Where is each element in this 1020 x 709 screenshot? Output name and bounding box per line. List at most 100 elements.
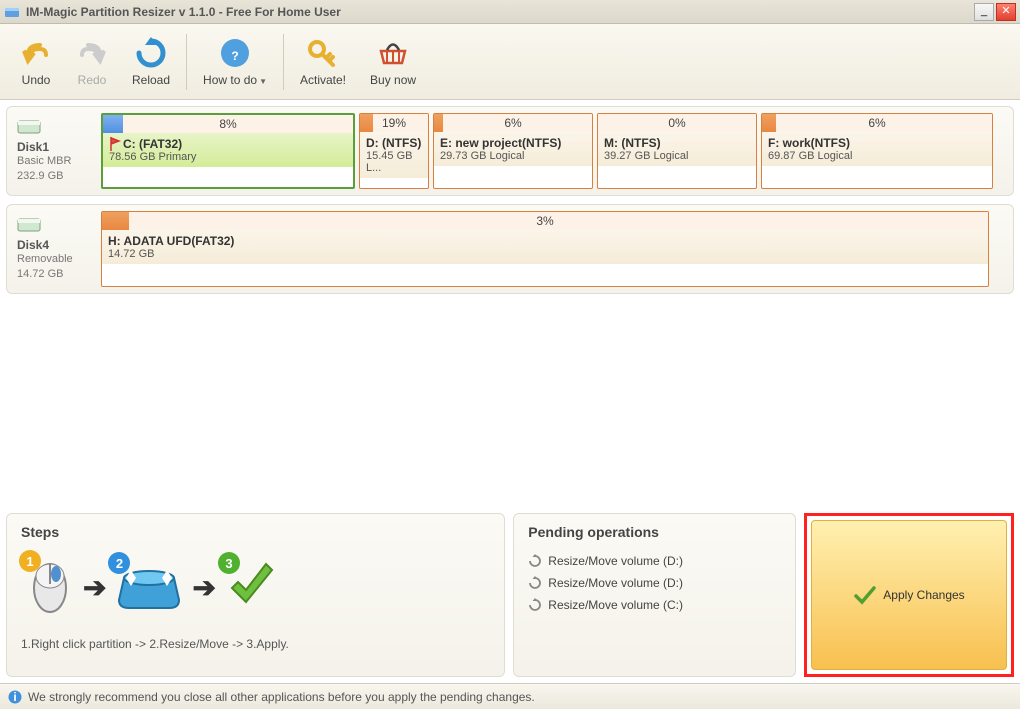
pending-operation[interactable]: Resize/Move volume (C:) xyxy=(528,594,781,616)
activate-label: Activate! xyxy=(300,73,346,87)
redo-label: Redo xyxy=(78,73,107,87)
partition-info: M: (NTFS) 39.27 GB Logical xyxy=(598,132,756,166)
undo-button[interactable]: Undo xyxy=(8,33,64,91)
partition-size: 14.72 GB xyxy=(108,248,982,260)
partition-pct: 6% xyxy=(762,114,992,132)
reload-label: Reload xyxy=(132,73,170,87)
disk-icon xyxy=(17,215,41,233)
partition-pct: 0% xyxy=(598,114,756,132)
partition-label: H: ADATA UFD(FAT32) xyxy=(108,234,982,248)
refresh-icon xyxy=(528,576,542,590)
apply-label: Apply Changes xyxy=(883,588,964,602)
disk-row: Disk1 Basic MBR 232.9 GB 8% C: (FAT32) 7… xyxy=(6,106,1014,196)
partition-info: E: new project(NTFS) 29.73 GB Logical xyxy=(434,132,592,166)
reload-icon xyxy=(135,37,167,69)
key-icon xyxy=(307,37,339,69)
help-icon: ? xyxy=(219,37,251,69)
arrow-icon: ➔ xyxy=(192,571,215,604)
info-icon: i xyxy=(8,690,22,704)
partition-info: F: work(NTFS) 69.87 GB Logical xyxy=(762,132,992,166)
partition[interactable]: 0% M: (NTFS) 39.27 GB Logical xyxy=(597,113,757,189)
partition[interactable]: 6% E: new project(NTFS) 29.73 GB Logical xyxy=(433,113,593,189)
activate-button[interactable]: Activate! xyxy=(288,33,358,91)
flag-icon xyxy=(109,137,121,151)
title-bar: IM-Magic Partition Resizer v 1.1.0 - Fre… xyxy=(0,0,1020,24)
redo-button[interactable]: Redo xyxy=(64,33,120,91)
partition[interactable]: 6% F: work(NTFS) 69.87 GB Logical xyxy=(761,113,993,189)
partition-usage-bar: 3% xyxy=(102,212,988,230)
buynow-button[interactable]: Buy now xyxy=(358,33,428,91)
step-2-icon: 2 xyxy=(114,558,184,617)
bottom-panels: Steps 1 ➔ 2 ➔ 3 1.Right click partition … xyxy=(0,507,1020,683)
partition[interactable]: 19% D: (NTFS) 15.45 GB L... xyxy=(359,113,429,189)
disk-label: Disk4 Removable 14.72 GB xyxy=(13,211,97,287)
partition-size: 29.73 GB Logical xyxy=(440,150,586,162)
disk-size: 232.9 GB xyxy=(17,169,93,184)
partition-usage-bar: 0% xyxy=(598,114,756,132)
refresh-icon xyxy=(528,598,542,612)
disk-name: Disk1 xyxy=(17,140,93,154)
partition[interactable]: 3% H: ADATA UFD(FAT32) 14.72 GB xyxy=(101,211,989,287)
partition-label: D: (NTFS) xyxy=(366,136,422,150)
undo-icon xyxy=(20,37,52,69)
window-title: IM-Magic Partition Resizer v 1.1.0 - Fre… xyxy=(26,5,972,19)
toolbar-separator xyxy=(283,34,284,90)
svg-text:i: i xyxy=(13,690,16,704)
partition-pct: 19% xyxy=(360,114,428,132)
app-icon xyxy=(4,4,20,20)
partition-usage-bar: 19% xyxy=(360,114,428,132)
step-3-icon: 3 xyxy=(224,558,280,617)
disk-row: Disk4 Removable 14.72 GB 3% H: ADATA UFD… xyxy=(6,204,1014,294)
partition-info: H: ADATA UFD(FAT32) 14.72 GB xyxy=(102,230,988,264)
partition-label: C: (FAT32) xyxy=(109,137,347,151)
partition-info: D: (NTFS) 15.45 GB L... xyxy=(360,132,428,178)
apply-highlight: Apply Changes xyxy=(804,513,1014,677)
refresh-icon xyxy=(528,554,542,568)
steps-text: 1.Right click partition -> 2.Resize/Move… xyxy=(21,637,490,651)
svg-text:?: ? xyxy=(231,49,238,63)
undo-label: Undo xyxy=(22,73,51,87)
redo-icon xyxy=(76,37,108,69)
pending-operation[interactable]: Resize/Move volume (D:) xyxy=(528,572,781,594)
check-icon xyxy=(853,583,877,607)
steps-title: Steps xyxy=(21,524,490,540)
close-button[interactable]: ✕ xyxy=(996,3,1016,21)
toolbar: Undo Redo Reload ? How to do▼ Activate! … xyxy=(0,24,1020,100)
dropdown-icon: ▼ xyxy=(259,77,267,86)
steps-graphics: 1 ➔ 2 ➔ 3 xyxy=(21,550,490,625)
partition-label: E: new project(NTFS) xyxy=(440,136,586,150)
reload-button[interactable]: Reload xyxy=(120,33,182,91)
step-1-icon: 1 xyxy=(25,556,75,619)
disk-name: Disk4 xyxy=(17,238,93,252)
partition-usage-bar: 6% xyxy=(434,114,592,132)
partition-usage-bar: 8% xyxy=(103,115,353,133)
status-bar: i We strongly recommend you close all ot… xyxy=(0,683,1020,709)
minimize-button[interactable]: _ xyxy=(974,3,994,21)
disk-type: Removable xyxy=(17,252,93,267)
partition-size: 69.87 GB Logical xyxy=(768,150,986,162)
howto-button[interactable]: ? How to do▼ xyxy=(191,33,279,91)
status-text: We strongly recommend you close all othe… xyxy=(28,690,535,704)
pending-panel: Pending operations Resize/Move volume (D… xyxy=(513,513,796,677)
operation-text: Resize/Move volume (D:) xyxy=(548,576,683,590)
partition-pct: 8% xyxy=(103,115,353,133)
disk-list: Disk1 Basic MBR 232.9 GB 8% C: (FAT32) 7… xyxy=(0,100,1020,308)
disk-size: 14.72 GB xyxy=(17,267,93,282)
partition-size: 78.56 GB Primary xyxy=(109,151,347,163)
partition-pct: 6% xyxy=(434,114,592,132)
buynow-label: Buy now xyxy=(370,73,416,87)
apply-changes-button[interactable]: Apply Changes xyxy=(811,520,1007,670)
pending-operation[interactable]: Resize/Move volume (D:) xyxy=(528,550,781,572)
howto-label: How to do xyxy=(203,73,257,87)
disk-icon xyxy=(17,117,41,135)
partition-usage-bar: 6% xyxy=(762,114,992,132)
toolbar-separator xyxy=(186,34,187,90)
partition-label: F: work(NTFS) xyxy=(768,136,986,150)
operation-text: Resize/Move volume (C:) xyxy=(548,598,683,612)
partition-size: 39.27 GB Logical xyxy=(604,150,750,162)
pending-title: Pending operations xyxy=(528,524,781,540)
arrow-icon: ➔ xyxy=(83,571,106,604)
disk-label: Disk1 Basic MBR 232.9 GB xyxy=(13,113,97,189)
partition[interactable]: 8% C: (FAT32) 78.56 GB Primary xyxy=(101,113,355,189)
disk-type: Basic MBR xyxy=(17,154,93,169)
